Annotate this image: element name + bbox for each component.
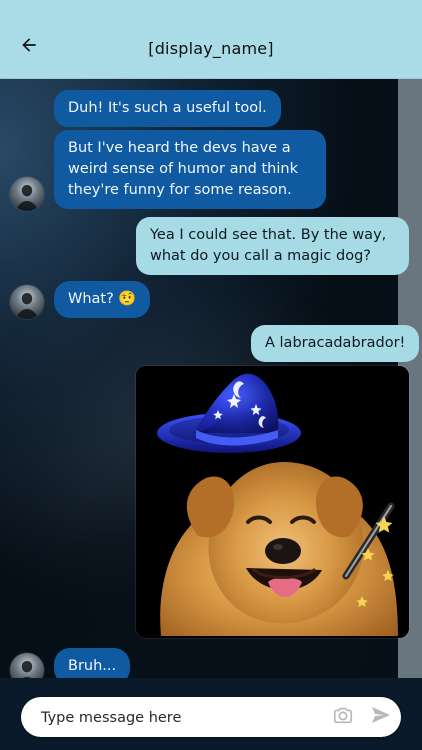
incoming-message: What? 🤨 — [54, 281, 151, 318]
user-avatar[interactable] — [10, 285, 44, 319]
message-text: A labracadabrador! — [265, 335, 406, 351]
message-text: What? 🤨 — [68, 291, 137, 307]
send-button[interactable] — [369, 705, 393, 729]
outgoing-message: Yea I could see that. By the way, what d… — [136, 217, 409, 275]
message-text: Bruh... — [68, 658, 117, 674]
wizard-dog-image — [136, 366, 409, 638]
chat-header: [display_name] — [0, 0, 422, 79]
user-avatar[interactable] — [10, 177, 44, 211]
message-text: But I've heard the devs have a weird sen… — [68, 140, 298, 198]
camera-button[interactable] — [331, 705, 355, 729]
send-icon — [369, 703, 393, 731]
message-input-container — [21, 697, 401, 739]
camera-icon — [332, 704, 354, 730]
message-text: Duh! It's such a useful tool. — [68, 100, 267, 116]
message-input[interactable] — [39, 697, 333, 739]
message-image[interactable] — [136, 366, 409, 638]
incoming-message: But I've heard the devs have a weird sen… — [54, 130, 326, 209]
message-text: Yea I could see that. By the way, what d… — [150, 227, 387, 264]
outgoing-message: A labracadabrador! — [251, 325, 420, 362]
chat-title: [display_name] — [148, 39, 274, 58]
incoming-message: Duh! It's such a useful tool. — [54, 90, 281, 127]
